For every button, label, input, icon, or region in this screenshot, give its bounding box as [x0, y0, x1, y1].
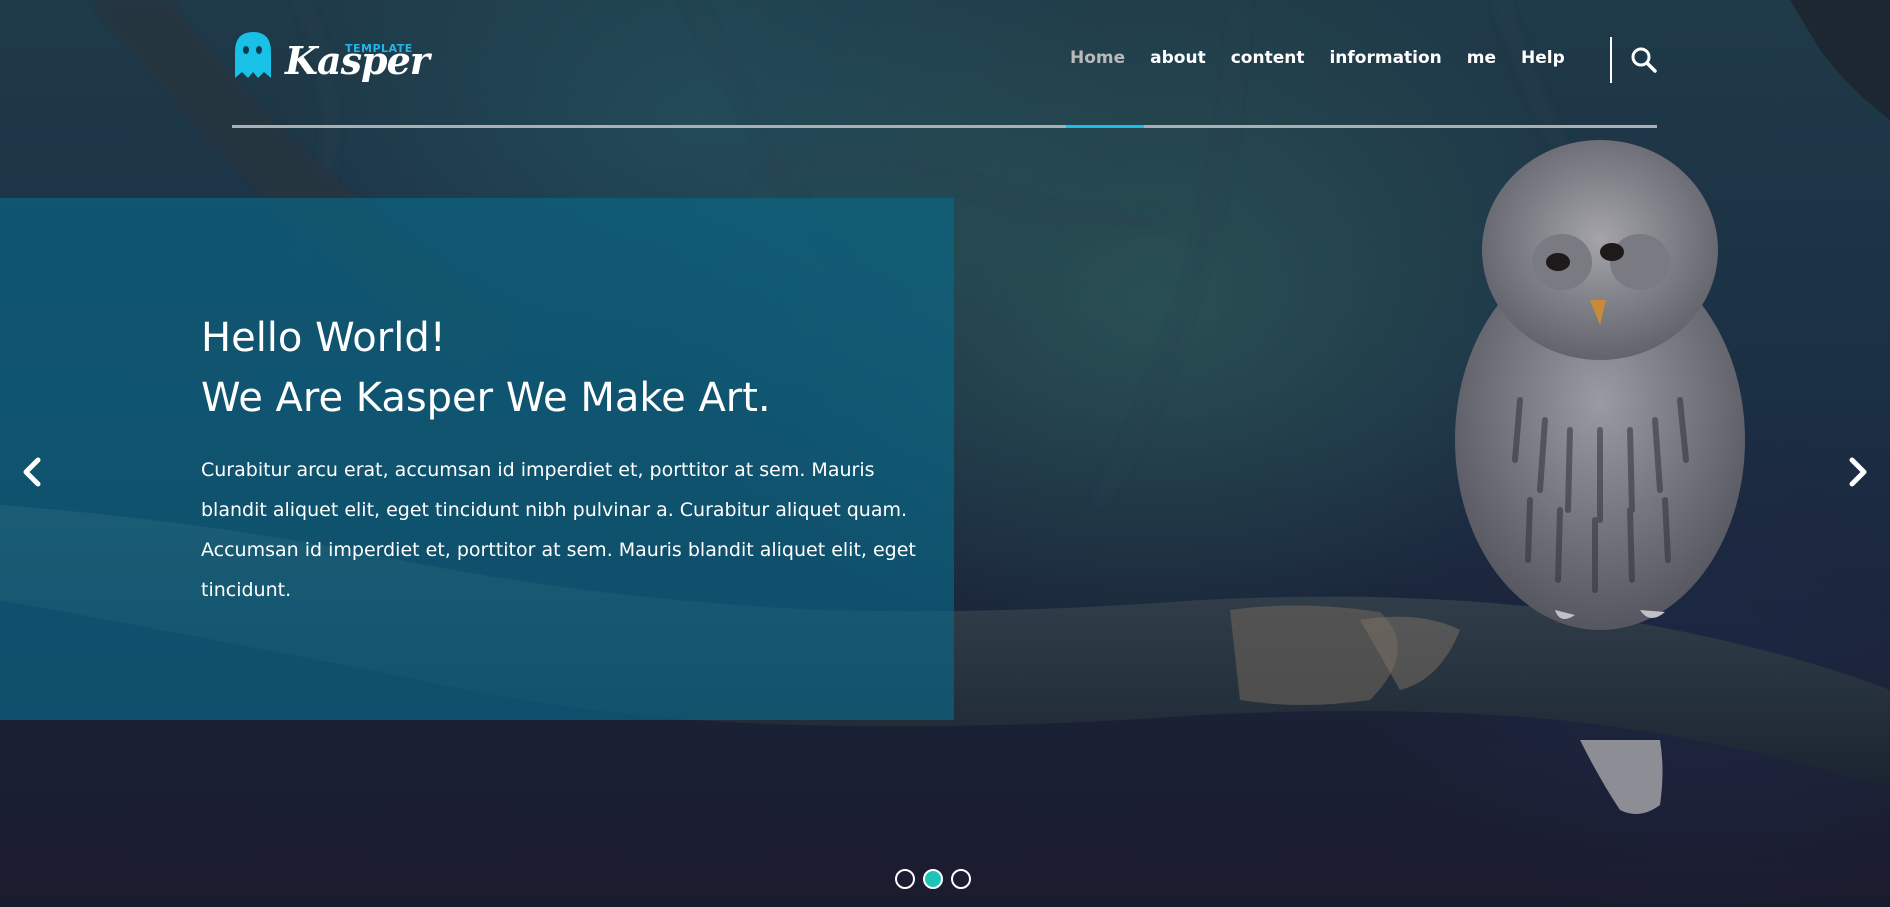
- hero-body-text: Curabitur arcu erat, accumsan id imperdi…: [201, 459, 916, 601]
- slider-dot-1[interactable]: [895, 869, 915, 889]
- ghost-icon: [235, 32, 271, 78]
- search-button[interactable]: [1630, 46, 1658, 74]
- hero-headline-line1: Hello World!: [201, 315, 446, 361]
- chevron-left-icon: [23, 457, 41, 487]
- hero-section: Kasper TEMPLATE Home about content infor…: [0, 0, 1890, 907]
- slider-dot-2[interactable]: [923, 869, 943, 889]
- slider-pagination: [895, 869, 971, 889]
- slider-prev-button[interactable]: [14, 452, 50, 492]
- nav-item-help[interactable]: Help: [1521, 48, 1565, 68]
- slider-dot-3[interactable]: [951, 869, 971, 889]
- chevron-right-icon: [1849, 457, 1867, 487]
- brand-logo[interactable]: Kasper TEMPLATE: [231, 28, 430, 88]
- header-divider: [1610, 37, 1612, 83]
- nav-item-content[interactable]: content: [1231, 48, 1305, 68]
- search-icon: [1631, 47, 1657, 73]
- nav-item-home[interactable]: Home: [1070, 48, 1125, 68]
- nav-item-information[interactable]: information: [1329, 48, 1441, 68]
- hero-headline-line2: We Are Kasper We Make Art.: [201, 375, 771, 421]
- nav-item-me[interactable]: me: [1467, 48, 1496, 68]
- main-nav: Home about content information me Help: [1070, 48, 1590, 68]
- hero-headline: Hello World! We Are Kasper We Make Art.: [201, 308, 771, 428]
- active-nav-indicator: [1066, 125, 1144, 128]
- brand-tagline: TEMPLATE: [345, 42, 413, 55]
- nav-item-about[interactable]: about: [1150, 48, 1206, 68]
- slider-next-button[interactable]: [1840, 452, 1876, 492]
- header-underline: [232, 125, 1657, 128]
